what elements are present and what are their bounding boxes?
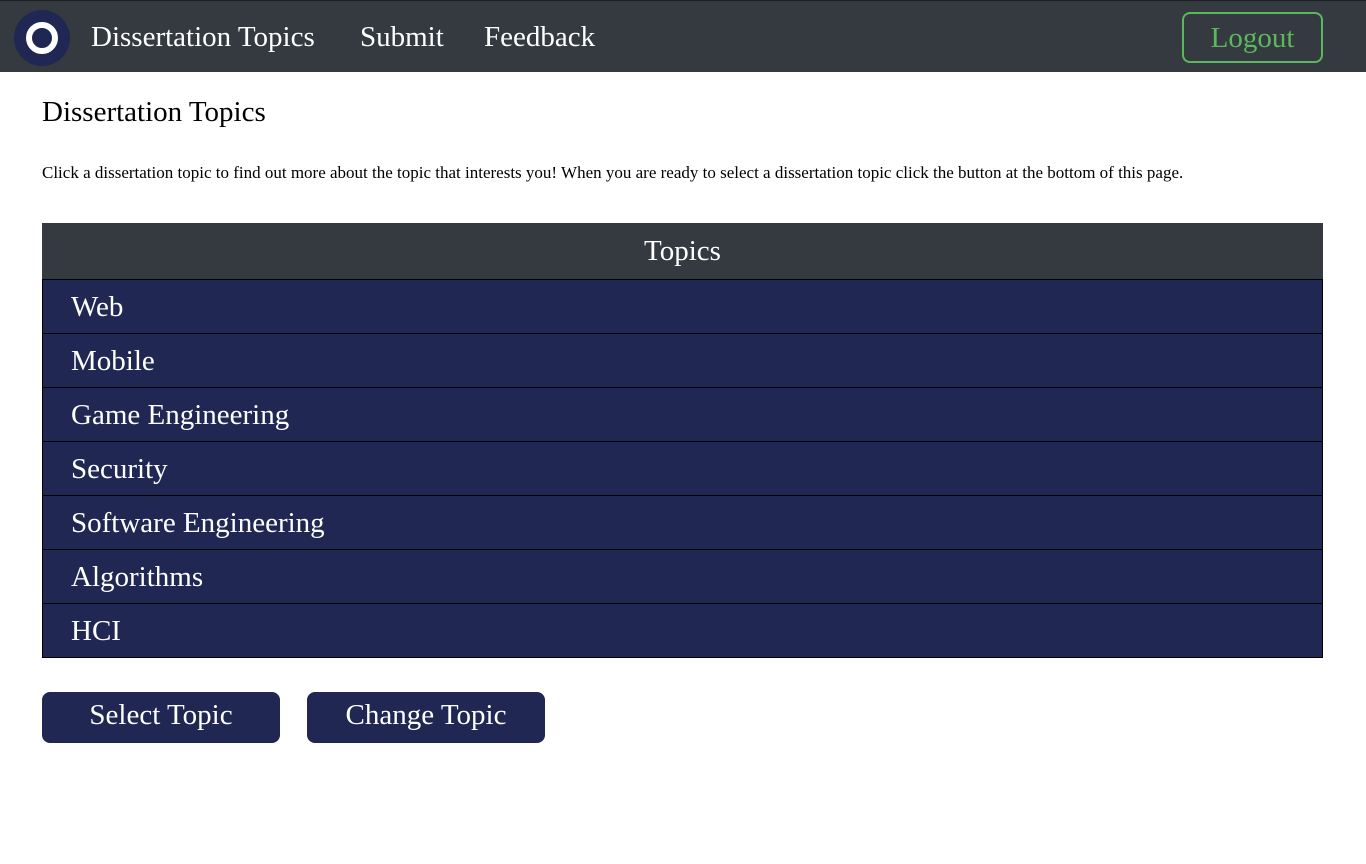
topic-row-security[interactable]: Security [42,441,1323,496]
topic-security[interactable]: Security [42,441,1323,496]
topic-software-engineering[interactable]: Software Engineering [42,495,1323,550]
change-topic-button[interactable]: Change Topic [307,692,545,743]
intro-text: Click a dissertation topic to find out m… [42,163,1184,182]
select-topic-button[interactable]: Select Topic [42,692,280,743]
topic-mobile[interactable]: Mobile [42,333,1323,388]
nav-link-submit[interactable]: Submit [360,18,444,56]
ring-logo-icon[interactable] [14,10,70,66]
nav-link-feedback[interactable]: Feedback [484,18,595,56]
topic-row-game-engineering[interactable]: Game Engineering [42,387,1323,442]
topics-table: Topics Web Mobile Game Engineering Secur… [42,223,1323,658]
topics-header-row: Topics [42,223,1323,280]
topic-row-algorithms[interactable]: Algorithms [42,549,1323,604]
topic-row-hci[interactable]: HCI [42,603,1323,658]
topics-header: Topics [42,223,1323,280]
topic-web[interactable]: Web [42,279,1323,334]
page-title: Dissertation Topics [42,96,266,128]
topic-row-mobile[interactable]: Mobile [42,333,1323,388]
topic-row-web[interactable]: Web [42,279,1323,334]
topic-hci[interactable]: HCI [42,603,1323,658]
logout-button[interactable]: Logout [1182,12,1323,63]
topic-game-engineering[interactable]: Game Engineering [42,387,1323,442]
nav-link-dissertation-topics[interactable]: Dissertation Topics [91,18,315,56]
topic-row-software-engineering[interactable]: Software Engineering [42,495,1323,550]
topic-algorithms[interactable]: Algorithms [42,549,1323,604]
top-navbar: Dissertation Topics Submit Feedback Logo… [0,0,1366,72]
